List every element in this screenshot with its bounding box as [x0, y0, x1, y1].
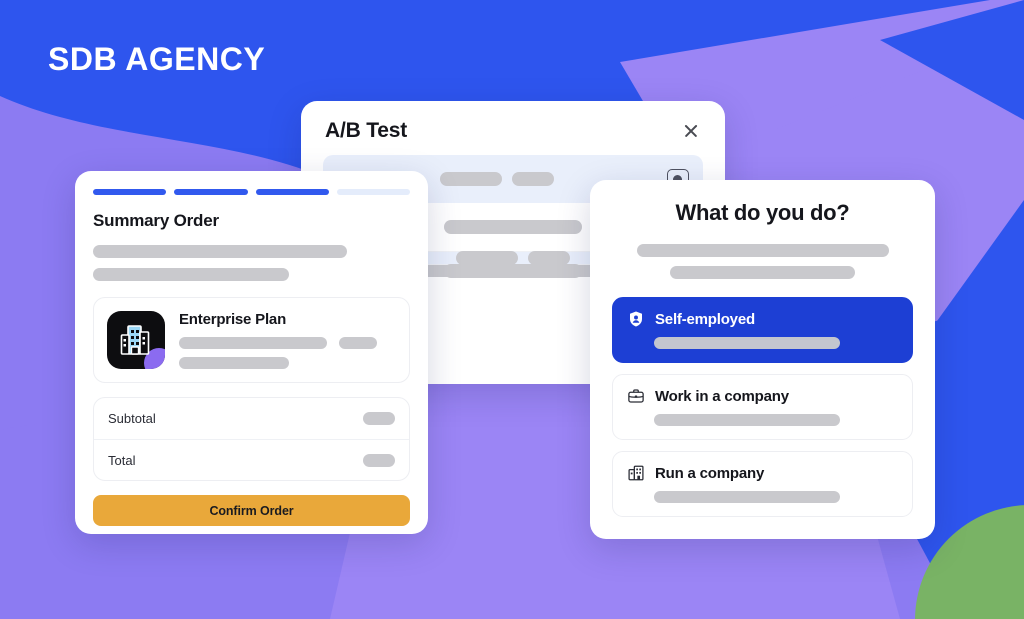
- totals-row-total: Total: [94, 439, 409, 480]
- progress-step: [255, 189, 329, 195]
- option-label: Work in a company: [655, 387, 789, 405]
- plan-details: Enterprise Plan: [179, 311, 396, 369]
- role-question-card: What do you do? Self-employed Work in a …: [590, 180, 935, 539]
- ab-test-header: A/B Test: [301, 101, 725, 155]
- subtotal-label: Subtotal: [108, 411, 156, 426]
- total-value-placeholder: [363, 453, 395, 467]
- text-placeholder: [179, 357, 289, 369]
- price-placeholder: [339, 337, 377, 349]
- briefcase-icon: [628, 389, 644, 403]
- option-header: Work in a company: [627, 387, 898, 405]
- page-title: Summary Order: [93, 211, 219, 230]
- progress-step: [174, 189, 248, 195]
- row-placeholder: [440, 172, 502, 186]
- option-header: Run a company: [627, 464, 898, 482]
- role-question-title: What do you do?: [675, 200, 850, 225]
- close-icon[interactable]: [681, 121, 701, 141]
- option-subtext-placeholder: [654, 414, 840, 426]
- brand-wordmark: SDB AGENCY: [48, 41, 266, 77]
- option-header: Self-employed: [627, 310, 898, 328]
- row-placeholder: [444, 264, 582, 278]
- option-label: Self-employed: [655, 310, 755, 328]
- option-label: Run a company: [655, 464, 765, 482]
- text-placeholder: [93, 245, 347, 258]
- progress-step: [336, 189, 410, 195]
- row-placeholder: [512, 172, 554, 186]
- progress-step: [93, 189, 167, 195]
- total-label: Total: [108, 452, 136, 468]
- badge-person-icon: [630, 311, 642, 327]
- progress-steps: [93, 189, 410, 195]
- text-placeholder: [93, 268, 289, 281]
- plan-name: Enterprise Plan: [179, 311, 287, 328]
- totals-row-subtotal: Subtotal: [94, 398, 409, 439]
- row-placeholder: [456, 251, 518, 265]
- option-subtext-placeholder: [654, 337, 840, 349]
- role-option-work-in-a-company[interactable]: Work in a company: [612, 374, 913, 440]
- totals-box: Subtotal Total: [93, 397, 410, 481]
- row-placeholder: [528, 251, 570, 265]
- summary-order-card: Summary Order Enterprise Plan Subtotal T…: [75, 171, 428, 534]
- building-app-icon: [107, 311, 165, 369]
- role-description-placeholders: [612, 244, 913, 279]
- role-option-self-employed[interactable]: Self-employed: [612, 297, 913, 363]
- role-option-run-a-company[interactable]: Run a company: [612, 451, 913, 517]
- text-placeholder: [179, 337, 327, 349]
- plan-meta-row: [179, 337, 396, 349]
- building-glyph: [120, 325, 150, 355]
- text-placeholder: [670, 266, 855, 279]
- poster-canvas: SDB AGENCY A/B Test Summary Order Enterp…: [0, 0, 1024, 619]
- text-placeholder: [636, 244, 889, 257]
- ab-test-title: A/B Test: [325, 119, 408, 142]
- plan-item[interactable]: Enterprise Plan: [93, 297, 410, 383]
- option-subtext-placeholder: [654, 491, 840, 503]
- office-building-icon: [628, 465, 644, 481]
- confirm-order-button[interactable]: Confirm Order: [93, 495, 410, 526]
- subtotal-value-placeholder: [363, 412, 395, 425]
- row-placeholder: [444, 220, 582, 234]
